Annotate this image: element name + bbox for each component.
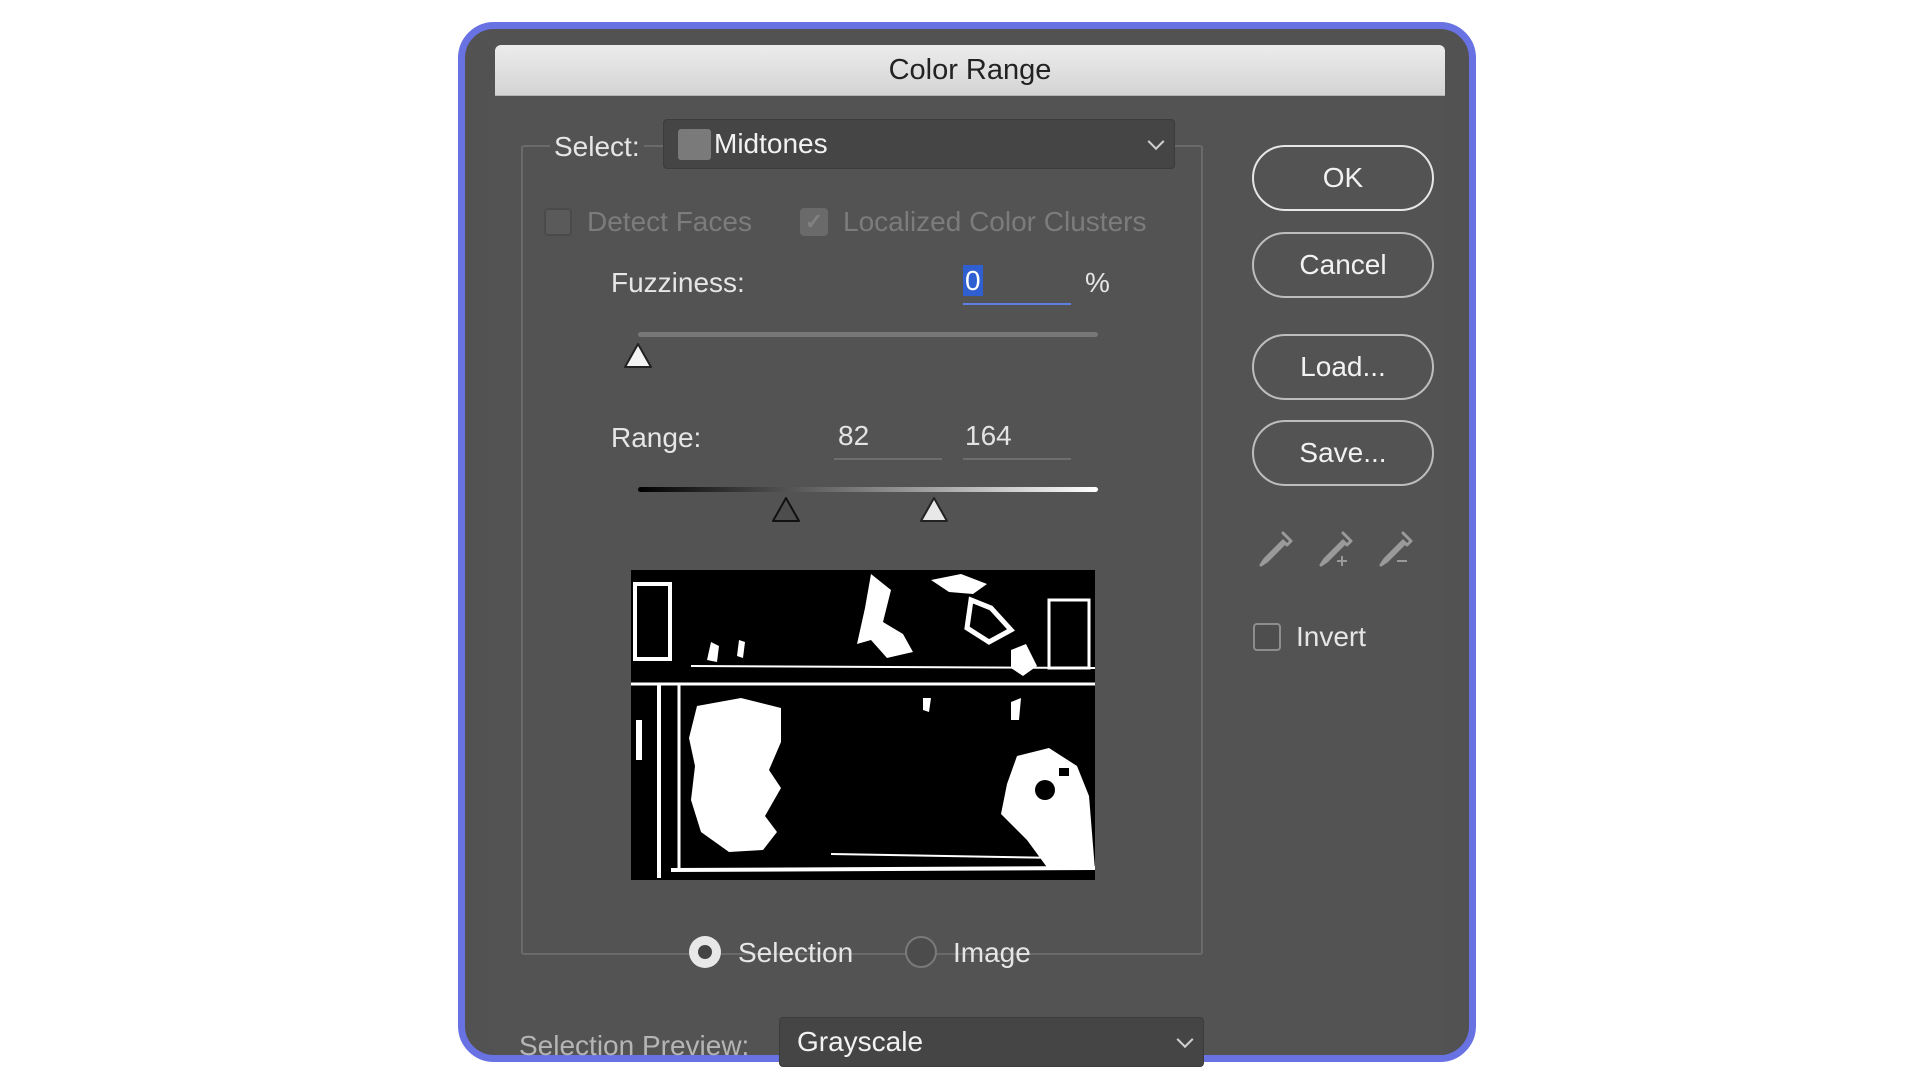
dialog-title: Color Range bbox=[495, 45, 1445, 96]
localized-clusters-label: Localized Color Clusters bbox=[843, 206, 1147, 237]
range-slider-track[interactable] bbox=[638, 487, 1098, 492]
eyedropper-plus-icon[interactable] bbox=[1317, 529, 1355, 574]
selection-preview-value: Grayscale bbox=[797, 1026, 924, 1057]
save-button[interactable]: Save... bbox=[1252, 420, 1434, 486]
chevron-down-icon bbox=[1176, 1031, 1194, 1049]
load-button[interactable]: Load... bbox=[1252, 334, 1434, 400]
color-range-dialog: Color Range Select: Midtones Detect Face… bbox=[495, 45, 1445, 1067]
select-label: Select: bbox=[550, 131, 644, 163]
fuzziness-input[interactable]: 0 bbox=[963, 263, 1071, 305]
fuzziness-unit: % bbox=[1085, 267, 1110, 298]
ok-button[interactable]: OK bbox=[1252, 145, 1434, 211]
fuzziness-slider-track[interactable] bbox=[638, 332, 1098, 337]
fuzziness-value: 0 bbox=[963, 265, 983, 296]
selection-preview-dropdown[interactable]: Grayscale bbox=[779, 1017, 1204, 1067]
detect-faces-checkbox[interactable] bbox=[544, 208, 572, 236]
chevron-down-icon bbox=[1147, 133, 1165, 151]
eyedropper-minus-icon[interactable] bbox=[1377, 529, 1415, 574]
invert-checkbox[interactable] bbox=[1253, 623, 1281, 651]
fuzziness-label: Fuzziness: bbox=[611, 267, 745, 298]
eyedropper-icon[interactable] bbox=[1257, 529, 1295, 574]
image-radio[interactable] bbox=[905, 936, 937, 968]
cancel-button[interactable]: Cancel bbox=[1252, 232, 1434, 298]
selection-preview-image bbox=[631, 570, 1096, 880]
detect-faces-label: Detect Faces bbox=[587, 206, 752, 237]
localized-clusters-checkbox[interactable]: ✓ bbox=[800, 208, 828, 236]
invert-label: Invert bbox=[1296, 621, 1367, 652]
selection-preview-label: Selection Preview: bbox=[519, 1030, 750, 1061]
select-value: Midtones bbox=[714, 128, 828, 159]
checkmark-icon: ✓ bbox=[804, 209, 824, 234]
color-swatch bbox=[678, 128, 711, 160]
range-low-value: 82 bbox=[838, 420, 870, 451]
selection-radio-label: Selection bbox=[738, 937, 854, 968]
range-label: Range: bbox=[611, 422, 702, 453]
select-dropdown[interactable]: Midtones bbox=[663, 119, 1175, 169]
image-radio-label: Image bbox=[953, 937, 1031, 968]
range-low-input[interactable]: 82 bbox=[834, 418, 942, 460]
range-high-input[interactable]: 164 bbox=[963, 418, 1071, 460]
selection-radio[interactable] bbox=[689, 936, 721, 968]
range-high-value: 164 bbox=[965, 420, 1012, 451]
